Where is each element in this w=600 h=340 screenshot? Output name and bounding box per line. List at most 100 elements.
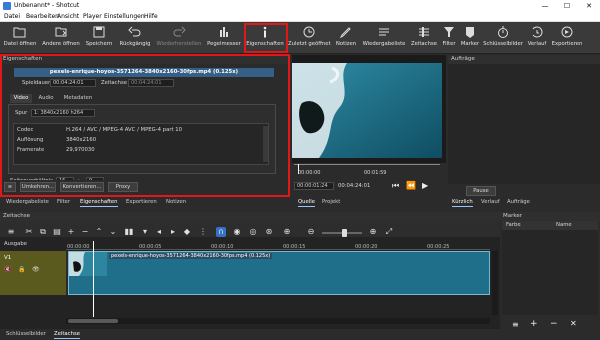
markers-button[interactable]: Marker [460, 24, 480, 52]
copy-icon[interactable]: ⧉ [38, 227, 48, 237]
menu-view[interactable]: Ansicht [57, 13, 79, 20]
pause-button[interactable]: Pause [466, 186, 496, 196]
zoom-slider[interactable] [322, 229, 362, 237]
scrub-icon[interactable]: ◉ [232, 227, 242, 237]
markers-list: Farbe Name [502, 221, 598, 315]
overwrite-icon[interactable]: ⌄ [108, 227, 118, 237]
peak-meter-icon [220, 27, 228, 37]
tab-jobs[interactable]: Aufträge [507, 198, 530, 206]
markers-clear-icon[interactable]: ✕ [570, 319, 577, 328]
tab-project[interactable]: Projekt [322, 198, 340, 206]
open-other-button[interactable]: Andere öffnen [42, 24, 80, 52]
minimize-button[interactable]: — [534, 0, 556, 12]
add-icon[interactable]: + [66, 227, 76, 237]
snap-icon[interactable]: ⋮ [198, 227, 208, 237]
app-icon [3, 2, 11, 10]
timeline-vscroll[interactable] [492, 251, 498, 315]
menu-edit[interactable]: Bearbeiten [26, 13, 59, 20]
undo-button[interactable]: Rückgängig [118, 24, 152, 52]
filters-button[interactable]: Filter [440, 24, 458, 52]
save-button[interactable]: Speichern [84, 24, 114, 52]
playlist-button[interactable]: Wiedergabeliste [362, 24, 406, 52]
eye-icon[interactable]: 👁 [32, 266, 40, 273]
tab-keyframes[interactable]: Schlüsselbilder [6, 330, 46, 338]
redo-button[interactable]: Wiederherstellen [156, 24, 202, 52]
properties-button-highlight [244, 23, 288, 53]
peak-meter-button[interactable]: Pegelmesser [206, 24, 242, 52]
timeline-menu-icon[interactable]: ≡ [6, 227, 16, 237]
marker-add-icon[interactable]: ▾ [140, 227, 150, 237]
mute-icon[interactable]: 🔇 [4, 266, 11, 273]
folder-open-icon [13, 27, 26, 38]
rewind-icon[interactable]: ⏪ [406, 181, 416, 190]
filter-icon [444, 27, 454, 37]
tab-timeline[interactable]: Zeitachse [54, 330, 80, 339]
timeline-button[interactable]: Zeitachse [410, 24, 438, 52]
track-header-v1[interactable]: V1 🔇 🔒 👁 [0, 251, 66, 295]
maximize-button[interactable]: ☐ [556, 0, 578, 12]
undo-icon [128, 26, 141, 37]
notes-button[interactable]: Notizen [334, 24, 358, 52]
close-button[interactable]: ✕ [578, 0, 600, 12]
tab-notes[interactable]: Notizen [166, 198, 186, 206]
markers-remove-icon[interactable]: − [550, 319, 558, 329]
open-other-icon [55, 27, 67, 37]
lift-icon[interactable]: ⌃ [94, 227, 104, 237]
history-icon [532, 26, 543, 38]
marker-prev-icon[interactable]: ◂ [154, 227, 164, 237]
open-file-button[interactable]: Datei öffnen [2, 24, 38, 52]
tick-0: 00:00:00 [67, 244, 90, 250]
zoom-in-icon[interactable]: ⊕ [368, 227, 378, 237]
current-time-field[interactable]: 00:00:01:24 [294, 182, 334, 190]
markers-menu-icon[interactable]: ≡ [512, 320, 519, 329]
tab-recent[interactable]: Kürzlich [452, 198, 473, 207]
menu-player[interactable]: Player [83, 13, 102, 20]
bottom-tab-bar [0, 329, 600, 340]
zoom-out-icon[interactable]: ⊖ [306, 227, 316, 237]
jobs-panel-title: Aufträge [448, 55, 600, 64]
tab-history[interactable]: Verlauf [481, 198, 500, 206]
menu-settings[interactable]: Einstellungen [104, 13, 145, 20]
total-time: 00:04:24:01 [338, 183, 371, 189]
ripple-markers-icon[interactable]: ⊕ [282, 227, 292, 237]
player-scrubber[interactable]: 00:00:00 00:01:59 [294, 164, 442, 182]
paste-icon[interactable]: ▤ [52, 227, 62, 237]
tab-filter[interactable]: Filter [57, 198, 70, 206]
lock-icon[interactable]: 🔒 [18, 266, 25, 273]
export-button[interactable]: Exportieren [550, 24, 584, 52]
menu-bar: Datei Bearbeiten Ansicht Player Einstell… [0, 12, 600, 22]
ripple-icon[interactable]: ◎ [248, 227, 258, 237]
markers-col-color: Farbe [506, 222, 521, 228]
timeline-icon [419, 27, 429, 37]
timeline-playhead[interactable] [93, 241, 94, 317]
menu-help[interactable]: Hilfe [144, 13, 158, 20]
menu-file[interactable]: Datei [4, 13, 20, 20]
notes-icon [339, 27, 351, 39]
keyframes-button[interactable]: Schlüsselbilder [482, 24, 524, 52]
tab-source[interactable]: Quelle [298, 198, 315, 207]
tab-properties[interactable]: Eigenschaften [80, 198, 118, 207]
history-button[interactable]: Verlauf [526, 24, 548, 52]
properties-panel-highlight [0, 54, 290, 197]
cut-icon[interactable]: ✂ [24, 227, 34, 237]
save-icon [93, 26, 105, 38]
play-icon[interactable]: ▶ [422, 181, 428, 190]
player-time-mid: 00:01:59 [364, 170, 387, 176]
video-preview [292, 63, 442, 158]
recent-button[interactable]: Zuletzt geöffnet [288, 24, 331, 52]
video-clip[interactable]: pexels-enrique-hoyos-3571264-3840x2160-3… [68, 251, 490, 295]
timeline-scrollbar[interactable] [66, 318, 490, 324]
tab-playlist[interactable]: Wiedergabeliste [6, 198, 49, 206]
ripple-all-icon[interactable]: ⊛ [264, 227, 274, 237]
zoom-fit-icon[interactable]: ⤢ [384, 227, 394, 237]
timeline-panel-title: Zeitachse [0, 212, 500, 221]
tab-export[interactable]: Exportieren [126, 198, 157, 206]
markers-add-icon[interactable]: + [530, 319, 538, 329]
snap-magnet-icon[interactable]: ∩ [216, 227, 226, 237]
title-bar: Unbenannt* - Shotcut — ☐ ✕ [0, 0, 600, 12]
marker-mark-icon[interactable]: ◆ [182, 227, 192, 237]
marker-next-icon[interactable]: ▸ [168, 227, 178, 237]
skip-previous-icon[interactable]: ⏮ [392, 181, 399, 191]
split-icon[interactable]: ▮▮ [124, 227, 134, 237]
remove-icon[interactable]: − [80, 227, 90, 237]
